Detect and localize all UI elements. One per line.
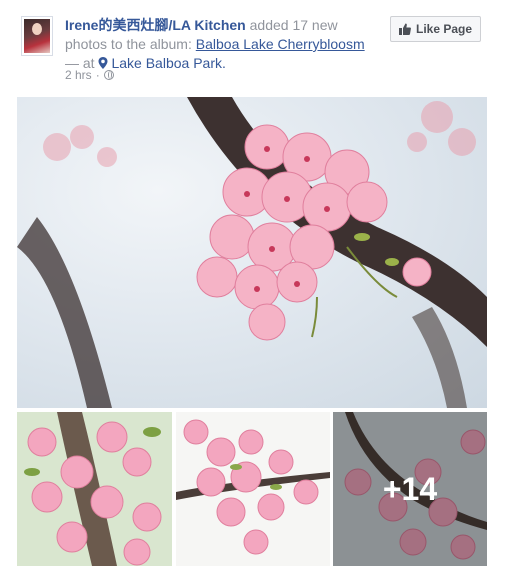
timestamp[interactable]: 2 hrs xyxy=(65,68,92,82)
thumbnail-photo-2[interactable] xyxy=(176,412,330,566)
cherry-blossom-thumb-2 xyxy=(176,412,330,566)
like-page-label: Like Page xyxy=(415,22,473,36)
location-label: Lake Balboa Park. xyxy=(111,55,226,71)
facebook-post: Irene的美西灶腳/LA Kitchen added 17 new photo… xyxy=(0,0,512,578)
globe-icon[interactable] xyxy=(103,70,114,80)
more-photos-overlay[interactable]: +14 xyxy=(333,412,487,566)
post-meta: 2 hrs · xyxy=(65,68,114,82)
thumbnail-photo-1[interactable] xyxy=(17,412,172,566)
thumbs-up-icon xyxy=(398,23,411,35)
main-photo[interactable] xyxy=(17,97,487,408)
like-page-button[interactable]: Like Page xyxy=(390,16,481,42)
cherry-blossom-thumb-1 xyxy=(17,412,172,566)
post-header: Irene的美西灶腳/LA Kitchen added 17 new photo… xyxy=(65,16,375,73)
more-photos-count: +14 xyxy=(382,470,438,507)
location-link[interactable]: Lake Balboa Park. xyxy=(98,55,226,71)
page-avatar[interactable] xyxy=(21,16,53,56)
album-link[interactable]: Balboa Lake Cherrybloosm xyxy=(196,36,365,52)
meta-separator: · xyxy=(95,68,100,82)
thumbnail-photo-3[interactable]: +14 xyxy=(333,412,487,566)
page-name-link[interactable]: Irene的美西灶腳/LA Kitchen xyxy=(65,17,246,33)
cherry-blossom-main-image xyxy=(17,97,487,408)
